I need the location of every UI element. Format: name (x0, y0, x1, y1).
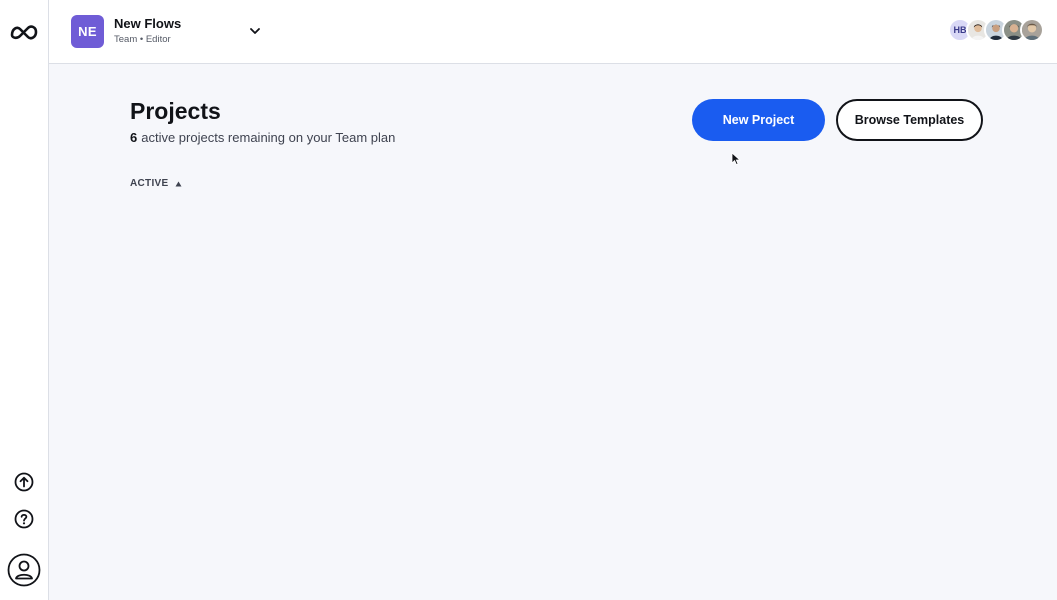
workspace-switcher[interactable]: NE New Flows Team • Editor (71, 14, 271, 48)
workspace-name: New Flows (114, 15, 182, 31)
app: NE New Flows Team • Editor HB Projects 6… (0, 0, 1057, 600)
help-circle-icon[interactable] (13, 508, 35, 530)
caret-up-icon (175, 181, 182, 186)
member-photo-icon (1022, 20, 1042, 40)
plan-status: 6 active projects remaining on your Team … (130, 130, 395, 145)
user-circle-icon[interactable] (7, 553, 41, 587)
chevron-down-icon[interactable] (249, 26, 261, 36)
team-members: HB (948, 18, 1044, 44)
active-filter-sort[interactable]: ACTIVE (130, 178, 182, 189)
workspace-avatar: NE (71, 14, 104, 48)
mouse-pointer-icon (731, 152, 741, 166)
remaining-text: active projects remaining on your Team p… (141, 130, 396, 145)
upload-circle-icon[interactable] (13, 471, 35, 493)
sidebar (0, 0, 49, 600)
new-project-button[interactable]: New Project (692, 99, 825, 141)
page-title: Projects (130, 98, 221, 124)
infinity-logo-icon[interactable] (8, 20, 40, 42)
workspace-info: New Flows Team • Editor (114, 16, 181, 47)
filter-label: ACTIVE (130, 178, 169, 189)
workspace-role: Team • Editor (114, 33, 171, 45)
top-bar: NE New Flows Team • Editor HB (49, 0, 1057, 64)
browse-templates-button[interactable]: Browse Templates (836, 99, 983, 141)
member-avatar[interactable] (1020, 18, 1044, 42)
main-content: Projects 6 active projects remaining on y… (49, 64, 1057, 600)
remaining-count: 6 (130, 130, 138, 145)
